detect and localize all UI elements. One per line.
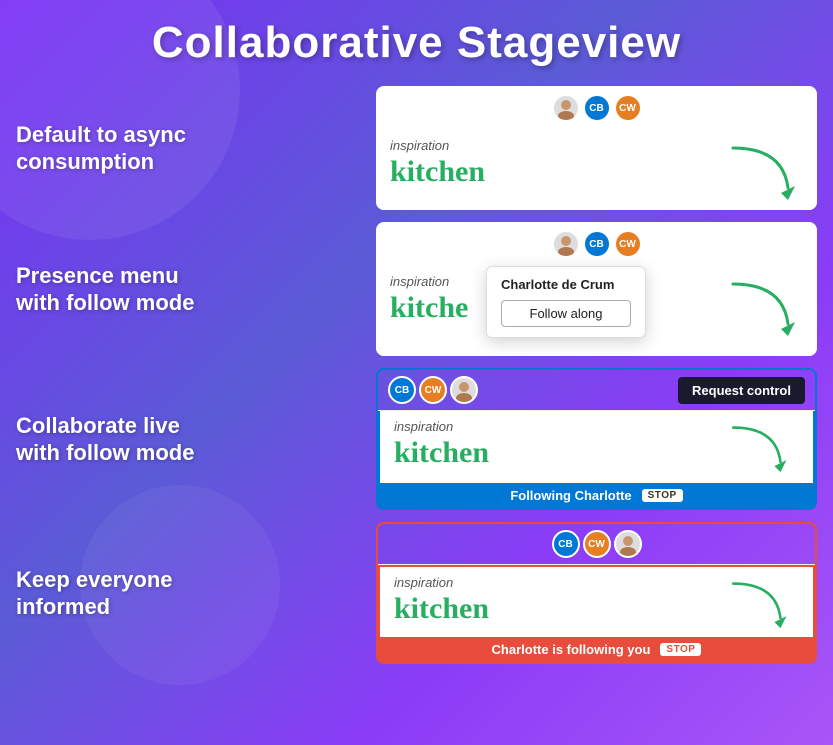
avatar-cw-3: CW	[419, 376, 447, 404]
row-presence: Presence menuwith follow mode CB CW insp…	[16, 222, 817, 356]
panel-collaborate-body: inspiration kitchen	[378, 411, 815, 483]
avatar-group-2: CB CW	[552, 230, 642, 258]
avatar-photo-2	[552, 230, 580, 258]
panel-presence-header: CB CW	[376, 222, 817, 266]
panel-informed-header: CB CW	[378, 524, 815, 565]
arrow-icon-3	[719, 419, 799, 479]
request-control-button[interactable]: Request control	[678, 377, 805, 404]
panel-informed: CB CW inspiration kitchen Charlotte is f…	[376, 522, 817, 664]
panel-presence: CB CW inspiration kitche Charlotte de Cr…	[376, 222, 817, 356]
content-area: Default to asyncconsumption CB CW inspir…	[0, 78, 833, 672]
avatar-cw-1: CW	[614, 94, 642, 122]
panel-informed-body: inspiration kitchen	[378, 565, 815, 637]
presence-popup: Charlotte de Crum Follow along	[486, 266, 646, 338]
following-label: Following Charlotte	[510, 488, 631, 503]
panel-async-body: inspiration kitchen	[376, 130, 817, 210]
label-informed-text: Keep everyoneinformed	[16, 566, 356, 621]
label-collaborate-text: Collaborate livewith follow mode	[16, 412, 356, 467]
avatar-group-4: CB CW	[552, 530, 642, 558]
panel-collaborate-header: CB CW Request control	[378, 370, 815, 411]
page-title: Collaborative Stageview	[0, 0, 833, 78]
label-async-text: Default to asyncconsumption	[16, 121, 356, 176]
label-informed: Keep everyoneinformed	[16, 566, 356, 621]
avatar-cw-2: CW	[614, 230, 642, 258]
avatar-cb-1: CB	[583, 94, 611, 122]
label-presence: Presence menuwith follow mode	[16, 262, 356, 317]
avatar-cb-3: CB	[388, 376, 416, 404]
avatar-group-3: CB CW	[388, 376, 478, 404]
avatar-photo-3	[450, 376, 478, 404]
arrow-icon-2	[723, 274, 803, 344]
avatar-photo-1	[552, 94, 580, 122]
arrow-icon-4	[719, 575, 799, 635]
label-presence-text: Presence menuwith follow mode	[16, 262, 356, 317]
stop-badge[interactable]: STOP	[642, 489, 683, 502]
following-bar: Following Charlotte STOP	[378, 483, 815, 508]
row-collaborate: Collaborate livewith follow mode CB CW R…	[16, 368, 817, 510]
avatar-cw-4: CW	[583, 530, 611, 558]
label-collaborate: Collaborate livewith follow mode	[16, 412, 356, 467]
label-async: Default to asyncconsumption	[16, 121, 356, 176]
charlotte-following-label: Charlotte is following you	[492, 642, 651, 657]
row-async: Default to asyncconsumption CB CW inspir…	[16, 86, 817, 210]
charlotte-following-bar: Charlotte is following you STOP	[378, 637, 815, 662]
stop-badge-red[interactable]: STOP	[660, 643, 701, 656]
avatar-photo-4	[614, 530, 642, 558]
follow-along-button[interactable]: Follow along	[501, 300, 631, 327]
panel-presence-body: inspiration kitche Charlotte de Crum Fol…	[376, 266, 817, 356]
popup-name: Charlotte de Crum	[501, 277, 631, 292]
avatar-cb-2: CB	[583, 230, 611, 258]
avatar-cb-4: CB	[552, 530, 580, 558]
avatar-group-1: CB CW	[552, 94, 642, 122]
row-informed: Keep everyoneinformed CB CW inspiration …	[16, 522, 817, 664]
panel-async: CB CW inspiration kitchen	[376, 86, 817, 210]
panel-collaborate: CB CW Request control inspiration kitche…	[376, 368, 817, 510]
panel-async-header: CB CW	[376, 86, 817, 130]
arrow-icon-1	[723, 138, 803, 208]
